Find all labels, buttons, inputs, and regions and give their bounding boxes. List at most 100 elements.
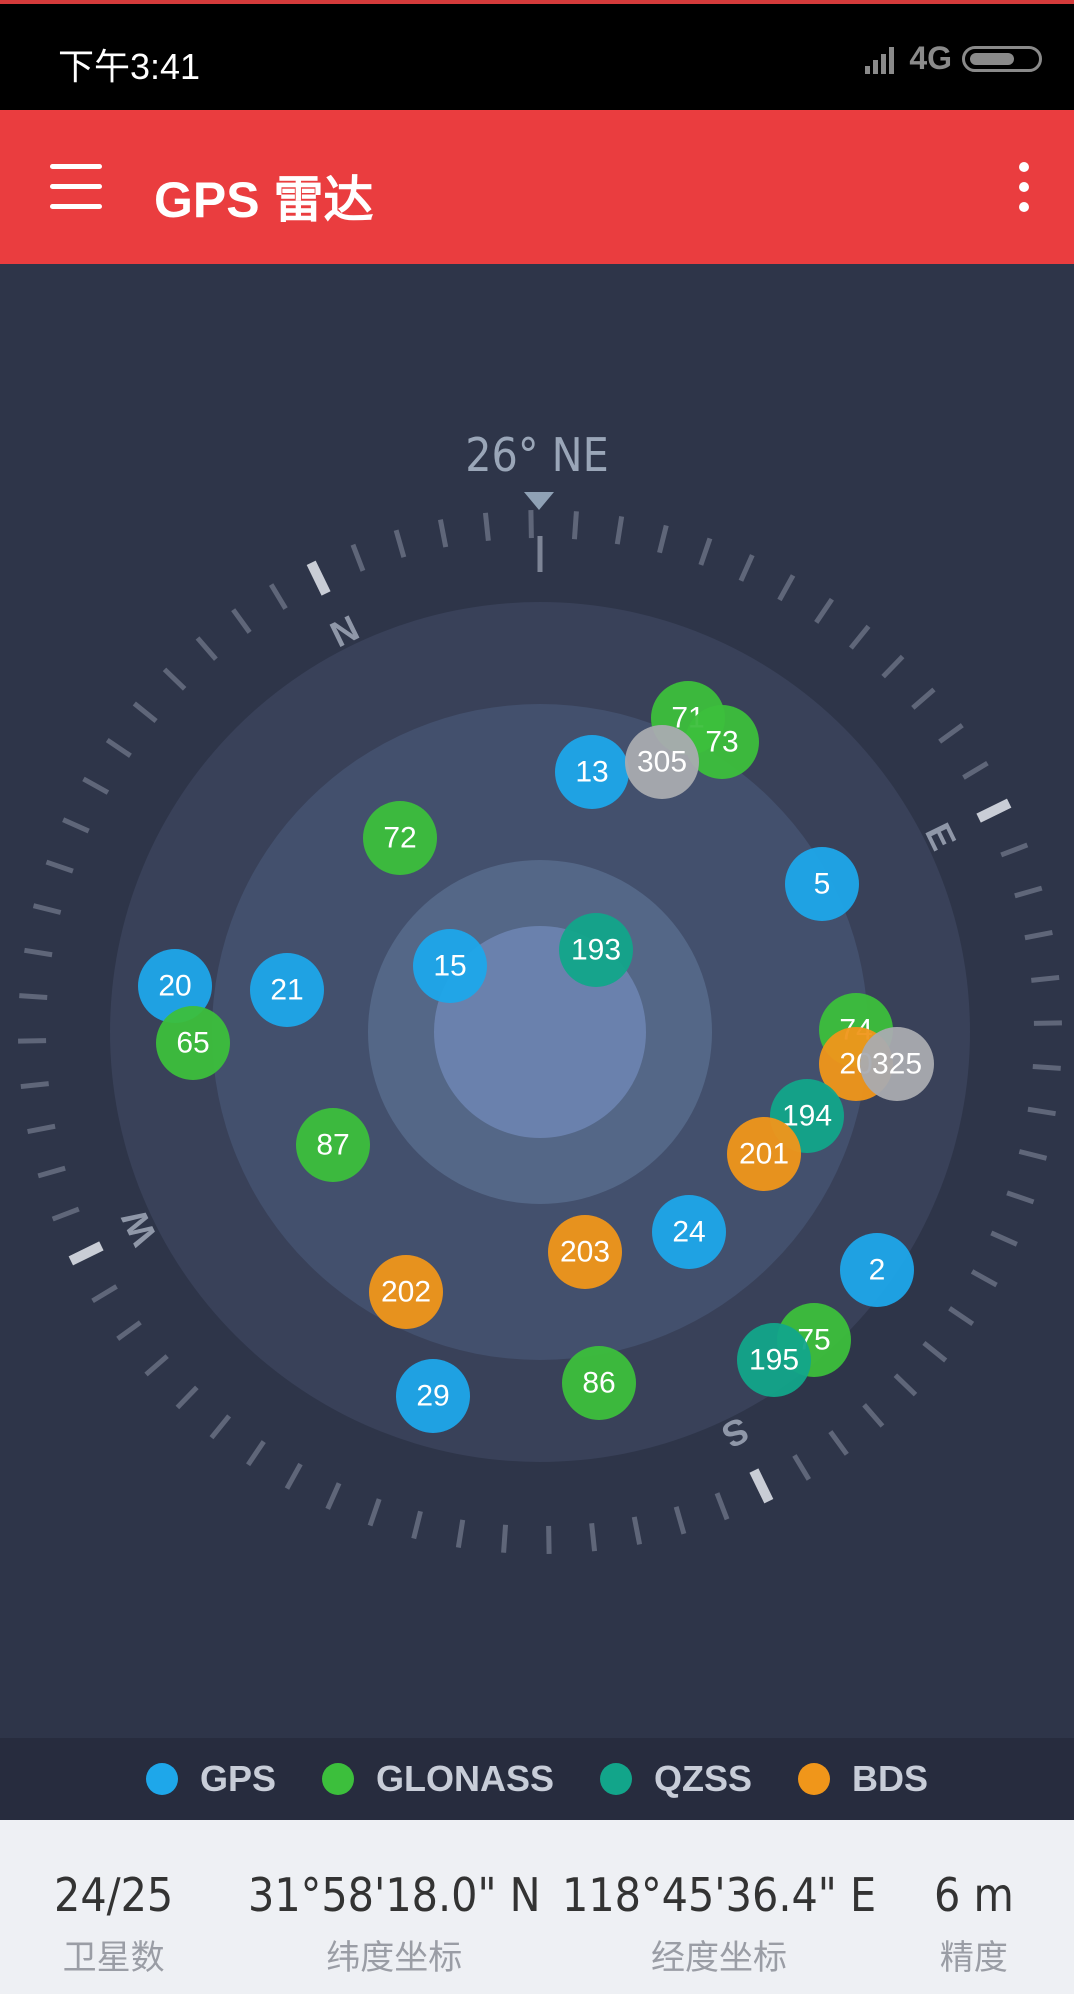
satellite-15: 15 [413, 929, 487, 1003]
compass-tick [24, 947, 53, 958]
compass-tick [571, 511, 579, 540]
compass-tick [350, 543, 366, 572]
compass-tick [501, 1524, 509, 1553]
satellite-2: 2 [840, 1233, 914, 1307]
compass-tick [848, 624, 871, 650]
compass-tick [20, 1081, 49, 1090]
svg-text:87: 87 [316, 1129, 349, 1162]
compass-tick [911, 687, 936, 710]
svg-text:201: 201 [739, 1138, 789, 1171]
compass-tick [144, 1354, 169, 1377]
compass-tick [938, 723, 964, 744]
accuracy: 6 m 精度 [934, 1868, 1014, 1979]
legend-label: GLONASS [375, 1758, 554, 1799]
satellite-5: 5 [785, 847, 859, 921]
legend-gps: GPS [145, 1758, 276, 1800]
compass-tick [82, 776, 110, 795]
compass-tick [284, 1462, 303, 1490]
legend-qzss: QZSS [600, 1758, 752, 1800]
compass-tick [116, 1320, 142, 1341]
compass-tick [1000, 842, 1029, 858]
compass-tick [175, 1385, 199, 1410]
compass-tick [162, 667, 187, 691]
compass-tick [962, 761, 989, 780]
satellite-24: 24 [652, 1195, 726, 1269]
satellite-65: 65 [156, 1006, 230, 1080]
satellite-13: 13 [555, 735, 629, 809]
compass-tick [132, 701, 158, 724]
compass-tick [1024, 929, 1053, 941]
svg-text:203: 203 [560, 1236, 610, 1269]
svg-text:15: 15 [433, 950, 466, 983]
compass-tick [51, 1206, 80, 1222]
bds-dot-icon [798, 1763, 831, 1795]
satellite-203: 203 [548, 1215, 622, 1289]
accuracy-label: 精度 [939, 1939, 1008, 1977]
svg-text:305: 305 [637, 746, 687, 779]
svg-text:193: 193 [571, 934, 621, 967]
compass-tick [269, 583, 288, 610]
satellite-195: 195 [737, 1323, 811, 1397]
compass-tick [970, 1269, 998, 1288]
compass-tick [777, 574, 796, 602]
compass-tick [19, 993, 48, 1001]
compass-tick [27, 1123, 56, 1135]
compass-tick [614, 516, 625, 545]
legend-glonass: GLONASS [321, 1758, 554, 1800]
svg-text:29: 29 [416, 1380, 449, 1413]
compass-tick [32, 903, 62, 915]
latitude: 31°58'18.0" N 纬度坐标 [248, 1868, 541, 1979]
svg-text:5: 5 [814, 868, 831, 901]
legend-bds: BDS [798, 1758, 928, 1800]
compass-tick [62, 817, 90, 834]
glonass-dot-icon [321, 1763, 354, 1795]
compass-tick [209, 1414, 232, 1440]
compass-tick [1006, 1190, 1035, 1205]
compass-tick [367, 1498, 382, 1527]
satellite-72: 72 [363, 801, 437, 875]
svg-text:86: 86 [582, 1367, 615, 1400]
latitude-label: 纬度坐标 [326, 1939, 463, 1977]
qzss-dot-icon [600, 1763, 632, 1795]
satellite-325: 325 [860, 1027, 934, 1101]
satellite-305: 305 [625, 725, 699, 799]
compass-tick [714, 1492, 730, 1521]
svg-text:21: 21 [270, 974, 303, 1007]
compass-tick [792, 1454, 811, 1481]
satellite-193: 193 [559, 913, 633, 987]
compass-major-tick [976, 798, 1012, 823]
satellite-202: 202 [369, 1255, 443, 1329]
compass-tick [893, 1373, 918, 1397]
satellite-legend: GPS GLONASS QZSS BDS [0, 1738, 1074, 1820]
compass-tick [91, 1284, 118, 1303]
compass-tick [631, 1516, 643, 1545]
compass-tick [1027, 1106, 1056, 1117]
radar-compass: NESW 71731330572519315202165742032519420… [18, 510, 1062, 1554]
svg-text:24: 24 [672, 1216, 705, 1249]
compass-tick [437, 519, 449, 548]
compass-tick [45, 859, 74, 874]
satellite-count-value: 24/25 [54, 1868, 174, 1922]
compass-major-tick [306, 560, 331, 596]
compass-tick [657, 524, 669, 554]
compass-tick [195, 636, 218, 661]
latitude-value: 31°58'18.0" N [248, 1868, 541, 1922]
compass-tick [698, 537, 713, 566]
satellite-86: 86 [562, 1346, 636, 1420]
compass-tick [37, 1165, 66, 1179]
compass-tick [922, 1340, 948, 1363]
compass-tick [738, 554, 755, 582]
satellite-201: 201 [727, 1117, 801, 1191]
location-info-panel: 24/25 卫星数 31°58'18.0" N 纬度坐标 118°45'36.4… [0, 1820, 1074, 1994]
compass-tick [881, 654, 905, 679]
svg-text:195: 195 [749, 1344, 799, 1377]
compass-tick [455, 1519, 466, 1548]
satellite-87: 87 [296, 1108, 370, 1182]
legend-label: BDS [852, 1758, 929, 1799]
compass-tick [862, 1403, 885, 1428]
compass-tick [1014, 885, 1043, 899]
compass-tick [1031, 974, 1060, 983]
compass-tick [105, 738, 132, 758]
svg-text:202: 202 [381, 1276, 431, 1309]
longitude: 118°45'36.4" E 经度坐标 [562, 1868, 876, 1979]
